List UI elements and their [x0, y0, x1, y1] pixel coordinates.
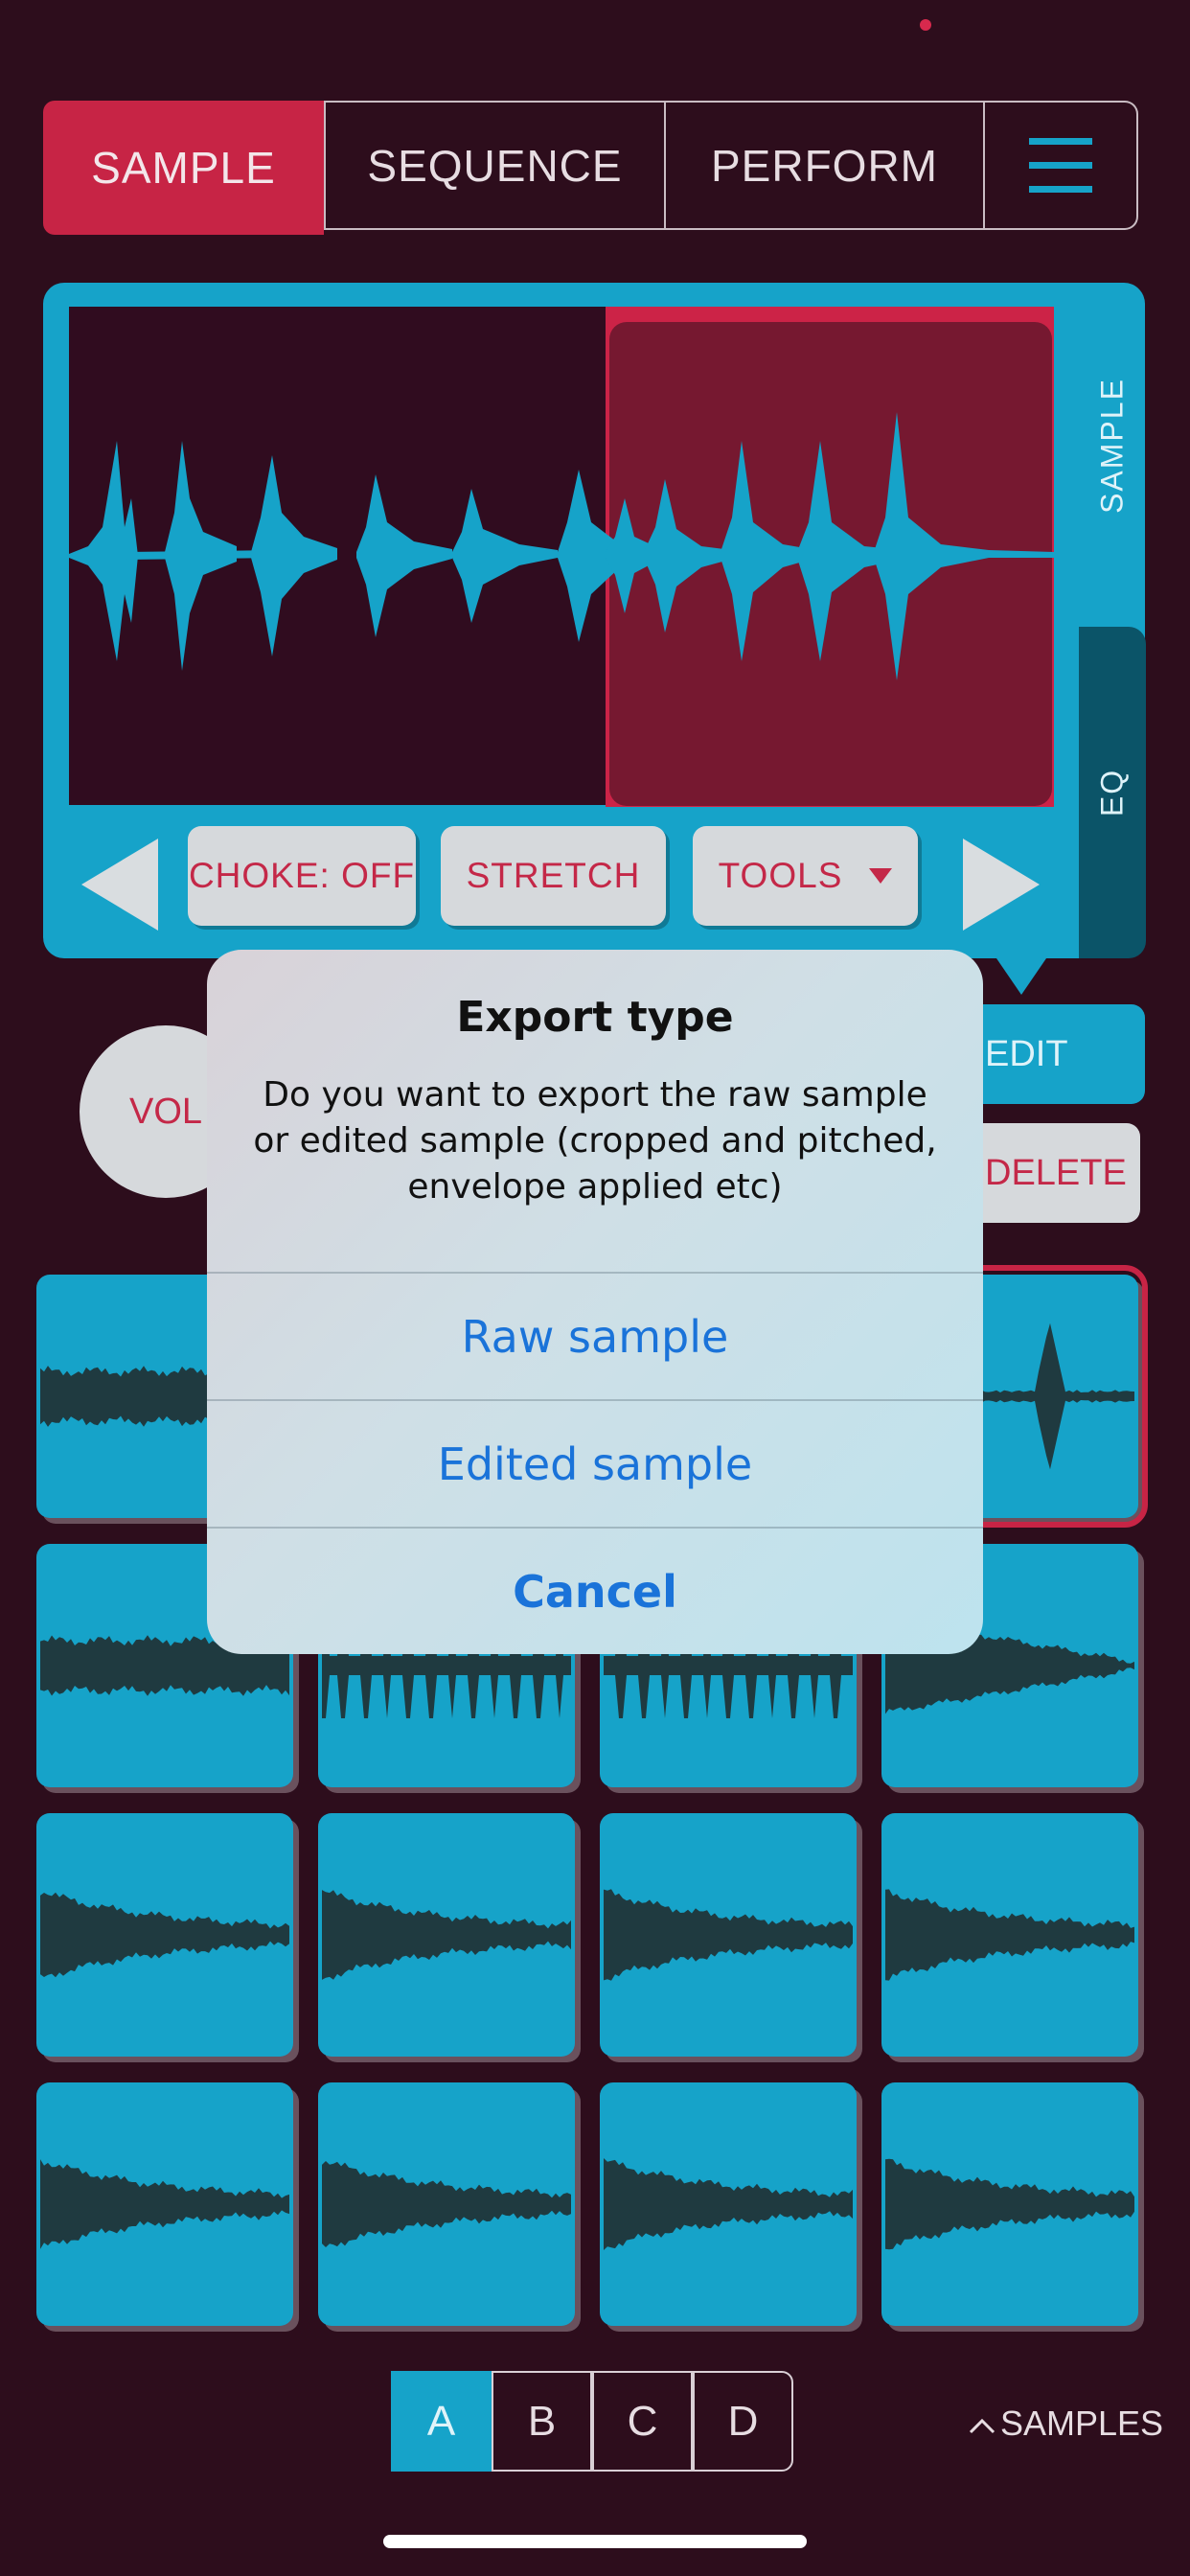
- pad-waveform-shape: [604, 1889, 853, 1981]
- dialog-title: Export type: [456, 993, 734, 1042]
- pad-waveform: [40, 2159, 289, 2249]
- edited-sample-button[interactable]: Edited sample: [207, 1399, 983, 1528]
- arrow-right-icon[interactable]: [963, 839, 1040, 931]
- sample-pad[interactable]: [318, 2082, 575, 2326]
- cancel-button[interactable]: Cancel: [207, 1527, 983, 1654]
- sample-pad[interactable]: [881, 2082, 1138, 2326]
- pad-waveform-shape: [885, 2158, 1134, 2250]
- export-type-dialog: Export type Do you want to export the ra…: [207, 950, 983, 1654]
- delete-button-label: DELETE: [985, 1152, 1127, 1193]
- bank-button-b[interactable]: B: [492, 2371, 592, 2472]
- dialog-message: Do you want to export the raw sample or …: [253, 1075, 937, 1207]
- chevron-up-icon: [969, 2419, 995, 2434]
- home-indicator: [383, 2535, 807, 2548]
- pad-waveform: [885, 2158, 1134, 2250]
- tab-sequence[interactable]: SEQUENCE: [324, 101, 666, 230]
- edit-pointer: [996, 958, 1046, 995]
- pad-waveform: [604, 2158, 853, 2250]
- stretch-button-label: STRETCH: [466, 856, 641, 895]
- edit-button-label: EDIT: [985, 1033, 1068, 1074]
- tab-perform[interactable]: PERFORM: [666, 101, 985, 230]
- pad-waveform: [322, 1890, 571, 1980]
- bank-button-a[interactable]: A: [391, 2371, 492, 2472]
- pad-waveform-shape: [322, 1890, 571, 1980]
- sample-pad[interactable]: [600, 2082, 857, 2326]
- bank-button-c[interactable]: C: [592, 2371, 693, 2472]
- bank-selector: A B C D: [391, 2371, 793, 2472]
- tools-button[interactable]: TOOLS: [693, 826, 918, 926]
- side-tab-eq[interactable]: EQ: [1079, 627, 1146, 958]
- side-tab-sample[interactable]: SAMPLE: [1079, 283, 1146, 609]
- status-dot: [920, 19, 931, 31]
- side-tab-sample-label: SAMPLE: [1094, 378, 1130, 514]
- tools-button-label: TOOLS: [718, 856, 843, 895]
- pad-waveform: [885, 1889, 1134, 1981]
- menu-button[interactable]: [985, 101, 1138, 230]
- pad-waveform: [604, 1889, 853, 1981]
- choke-button[interactable]: CHOKE: OFF: [188, 826, 416, 926]
- main-waveform: [69, 412, 1054, 680]
- side-tab-eq-label: EQ: [1094, 768, 1130, 817]
- tab-sample[interactable]: SAMPLE: [43, 101, 324, 235]
- sample-pad[interactable]: [318, 1813, 575, 2057]
- samples-link-label: SAMPLES: [1000, 2404, 1164, 2443]
- pad-waveform-shape: [40, 2159, 289, 2249]
- choke-button-label: CHOKE: OFF: [188, 856, 416, 895]
- bank-button-d[interactable]: D: [693, 2371, 793, 2472]
- volume-knob-label: VOL: [128, 1091, 203, 1132]
- sample-pad[interactable]: [36, 2082, 293, 2326]
- sample-pad[interactable]: [600, 1813, 857, 2057]
- sample-pad[interactable]: [36, 1813, 293, 2057]
- dropdown-triangle-icon: [869, 868, 893, 884]
- raw-sample-button[interactable]: Raw sample: [207, 1272, 983, 1400]
- pad-waveform: [40, 1892, 289, 1978]
- samples-link[interactable]: SAMPLES: [968, 2404, 1163, 2444]
- pad-waveform-shape: [604, 2158, 853, 2250]
- pad-waveform-shape: [885, 1889, 1134, 1981]
- pad-waveform-shape: [322, 2161, 571, 2247]
- hamburger-menu-icon: [1029, 137, 1092, 193]
- stretch-button[interactable]: STRETCH: [441, 826, 666, 926]
- arrow-left-icon[interactable]: [81, 839, 158, 931]
- pad-waveform-shape: [40, 1892, 289, 1978]
- main-tab-bar: SAMPLE SEQUENCE PERFORM: [43, 101, 1138, 235]
- pad-waveform: [322, 2161, 571, 2247]
- sample-pad[interactable]: [881, 1813, 1138, 2057]
